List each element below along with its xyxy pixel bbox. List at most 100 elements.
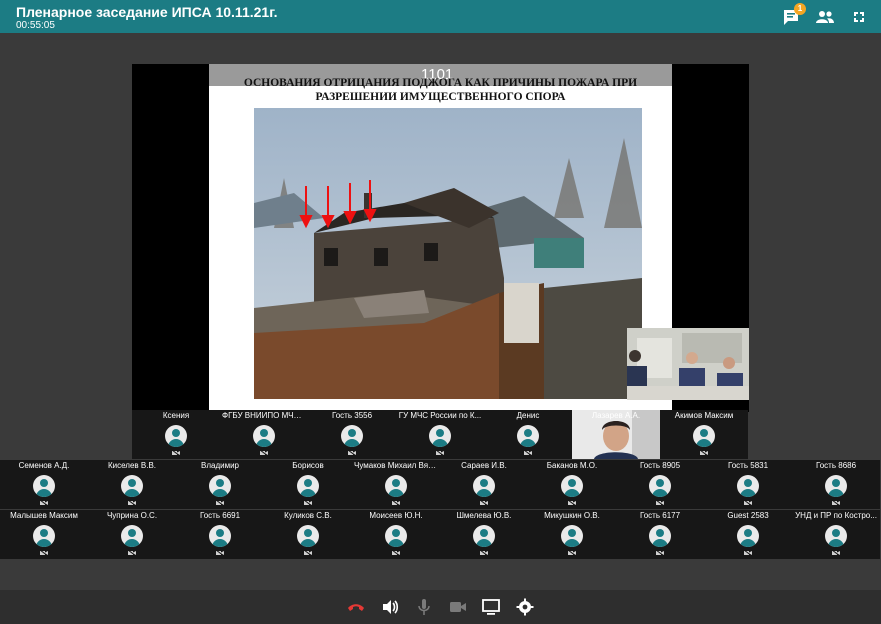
participant-tile[interactable]: ФГБУ ВНИИПО МЧС ... — [220, 410, 308, 459]
participant-name: Борисов — [292, 461, 324, 470]
participant-tile[interactable]: Гость 8905 — [616, 460, 704, 509]
hangup-icon[interactable] — [346, 598, 366, 616]
participant-tile[interactable]: УНД и ПР по Костро... — [792, 510, 880, 559]
participant-name: Семенов А.Д. — [18, 461, 70, 470]
avatar-icon — [33, 525, 55, 547]
participant-tile[interactable]: Гость 3556 — [308, 410, 396, 459]
participant-name: Гость 6177 — [639, 511, 681, 520]
participant-name: Микушкин О.В. — [544, 511, 600, 520]
participant-name: УНД и ПР по Костро... — [795, 511, 877, 520]
avatar-icon — [649, 475, 671, 497]
participant-tile[interactable]: Лазарев А.А. — [572, 410, 660, 459]
participant-tile[interactable]: Шмелева Ю.В. — [440, 510, 528, 559]
presentation-slide: 1101 ОСНОВАНИЯ ОТРИЦАНИЯ ПОДЖОГА КАК ПРИ… — [209, 64, 672, 412]
speaker-pip-video[interactable] — [627, 328, 749, 400]
participant-name: Гость 5831 — [727, 461, 769, 470]
camera-icon[interactable] — [448, 598, 468, 616]
avatar-icon — [253, 425, 275, 447]
participant-tile[interactable]: Гость 8686 — [792, 460, 880, 509]
participant-tile[interactable]: Гость 5831 — [704, 460, 792, 509]
avatar-icon — [297, 475, 319, 497]
chat-icon[interactable]: 1 — [781, 3, 806, 27]
participant-name: Моисеев Ю.Н. — [369, 511, 423, 520]
participant-tile[interactable]: Киселев В.В. — [88, 460, 176, 509]
avatar-icon — [165, 425, 187, 447]
speaker-icon[interactable] — [380, 598, 400, 616]
avatar-icon — [341, 425, 363, 447]
burned-house-photo — [254, 108, 642, 399]
conference-title: Пленарное заседание ИПСА 10.11.21г. — [16, 4, 278, 20]
participant-name: Малышев Максим — [10, 511, 78, 520]
avatar-icon — [473, 475, 495, 497]
conference-app: Пленарное заседание ИПСА 10.11.21г. 00:5… — [0, 0, 881, 624]
participant-name: Баканов М.О. — [546, 461, 598, 470]
participant-tile[interactable]: Чуприна О.С. — [88, 510, 176, 559]
participant-tile[interactable]: Денис — [484, 410, 572, 459]
participant-name: Guest 2583 — [727, 511, 769, 520]
participant-tile[interactable]: ГУ МЧС России по К... — [396, 410, 484, 459]
participant-tile[interactable]: Владимир — [176, 460, 264, 509]
avatar-icon — [385, 525, 407, 547]
presentation-stage: 1101 ОСНОВАНИЯ ОТРИЦАНИЯ ПОДЖОГА КАК ПРИ… — [132, 64, 749, 412]
participant-name: Гость 8905 — [639, 461, 681, 470]
avatar-icon — [385, 475, 407, 497]
avatar-icon — [209, 475, 231, 497]
participant-tile[interactable]: Моисеев Ю.Н. — [352, 510, 440, 559]
participant-name: Лазарев А.А. — [591, 411, 641, 420]
participant-name: Сараев И.В. — [461, 461, 507, 470]
participant-tile[interactable]: Акимов Максим — [660, 410, 748, 459]
participant-name: Ксения — [162, 411, 190, 420]
participant-tile[interactable]: Семенов А.Д. — [0, 460, 88, 509]
participant-tile[interactable]: Малышев Максим — [0, 510, 88, 559]
participants-icon[interactable] — [815, 7, 835, 27]
settings-icon[interactable] — [515, 598, 535, 616]
avatar-icon — [649, 525, 671, 547]
participant-name: Шмелева Ю.В. — [456, 511, 512, 520]
participant-name: ФГБУ ВНИИПО МЧС ... — [222, 411, 306, 420]
participant-name: Чумаков Михаил Вяч... — [354, 461, 438, 470]
avatar-icon — [825, 525, 847, 547]
avatar-icon — [121, 475, 143, 497]
participant-name: Гость 8686 — [815, 461, 857, 470]
participant-name: Гость 3556 — [331, 411, 373, 420]
chat-badge: 1 — [794, 3, 806, 15]
participant-tile[interactable]: Ксения — [132, 410, 220, 459]
call-toolbar — [0, 590, 881, 624]
participant-name: ГУ МЧС России по К... — [398, 411, 482, 420]
avatar-icon — [33, 475, 55, 497]
participant-tile[interactable]: Борисов — [264, 460, 352, 509]
participant-name: Гость 6691 — [199, 511, 241, 520]
avatar-icon — [209, 525, 231, 547]
header-bar: Пленарное заседание ИПСА 10.11.21г. 00:5… — [0, 0, 881, 33]
avatar-icon — [517, 425, 539, 447]
participant-name: Акимов Максим — [674, 411, 734, 420]
participant-name: Киселев В.В. — [107, 461, 157, 470]
participant-name: Куликов С.В. — [284, 511, 332, 520]
microphone-icon[interactable] — [414, 598, 434, 616]
conference-timer: 00:55:05 — [16, 20, 55, 31]
participant-tile[interactable]: Гость 6177 — [616, 510, 704, 559]
avatar-icon — [737, 475, 759, 497]
participant-name: Чуприна О.С. — [106, 511, 158, 520]
avatar-icon — [561, 525, 583, 547]
participant-tile[interactable]: Баканов М.О. — [528, 460, 616, 509]
participant-name: Владимир — [200, 461, 239, 470]
participant-tile[interactable]: Куликов С.В. — [264, 510, 352, 559]
screen-share-icon[interactable] — [481, 598, 501, 616]
avatar-icon — [561, 475, 583, 497]
avatar-icon — [297, 525, 319, 547]
slide-title-line-2: РАЗРЕШЕНИИ ИМУЩЕСТВЕННОГО СПОРА — [315, 91, 566, 103]
participant-tile[interactable]: Гость 6691 — [176, 510, 264, 559]
avatar-icon — [473, 525, 495, 547]
participant-tile[interactable]: Микушкин О.В. — [528, 510, 616, 559]
participant-name: Денис — [516, 411, 540, 420]
participant-tile[interactable]: Guest 2583 — [704, 510, 792, 559]
participant-tile[interactable]: Чумаков Михаил Вяч... — [352, 460, 440, 509]
participant-tile[interactable]: Сараев И.В. — [440, 460, 528, 509]
avatar-icon — [693, 425, 715, 447]
avatar-icon — [737, 525, 759, 547]
fullscreen-icon[interactable] — [849, 7, 869, 27]
slide-title: ОСНОВАНИЯ ОТРИЦАНИЯ ПОДЖОГА КАК ПРИЧИНЫ … — [209, 76, 672, 104]
slide-title-line-1: ОСНОВАНИЯ ОТРИЦАНИЯ ПОДЖОГА КАК ПРИЧИНЫ … — [243, 77, 638, 89]
avatar-icon — [429, 425, 451, 447]
